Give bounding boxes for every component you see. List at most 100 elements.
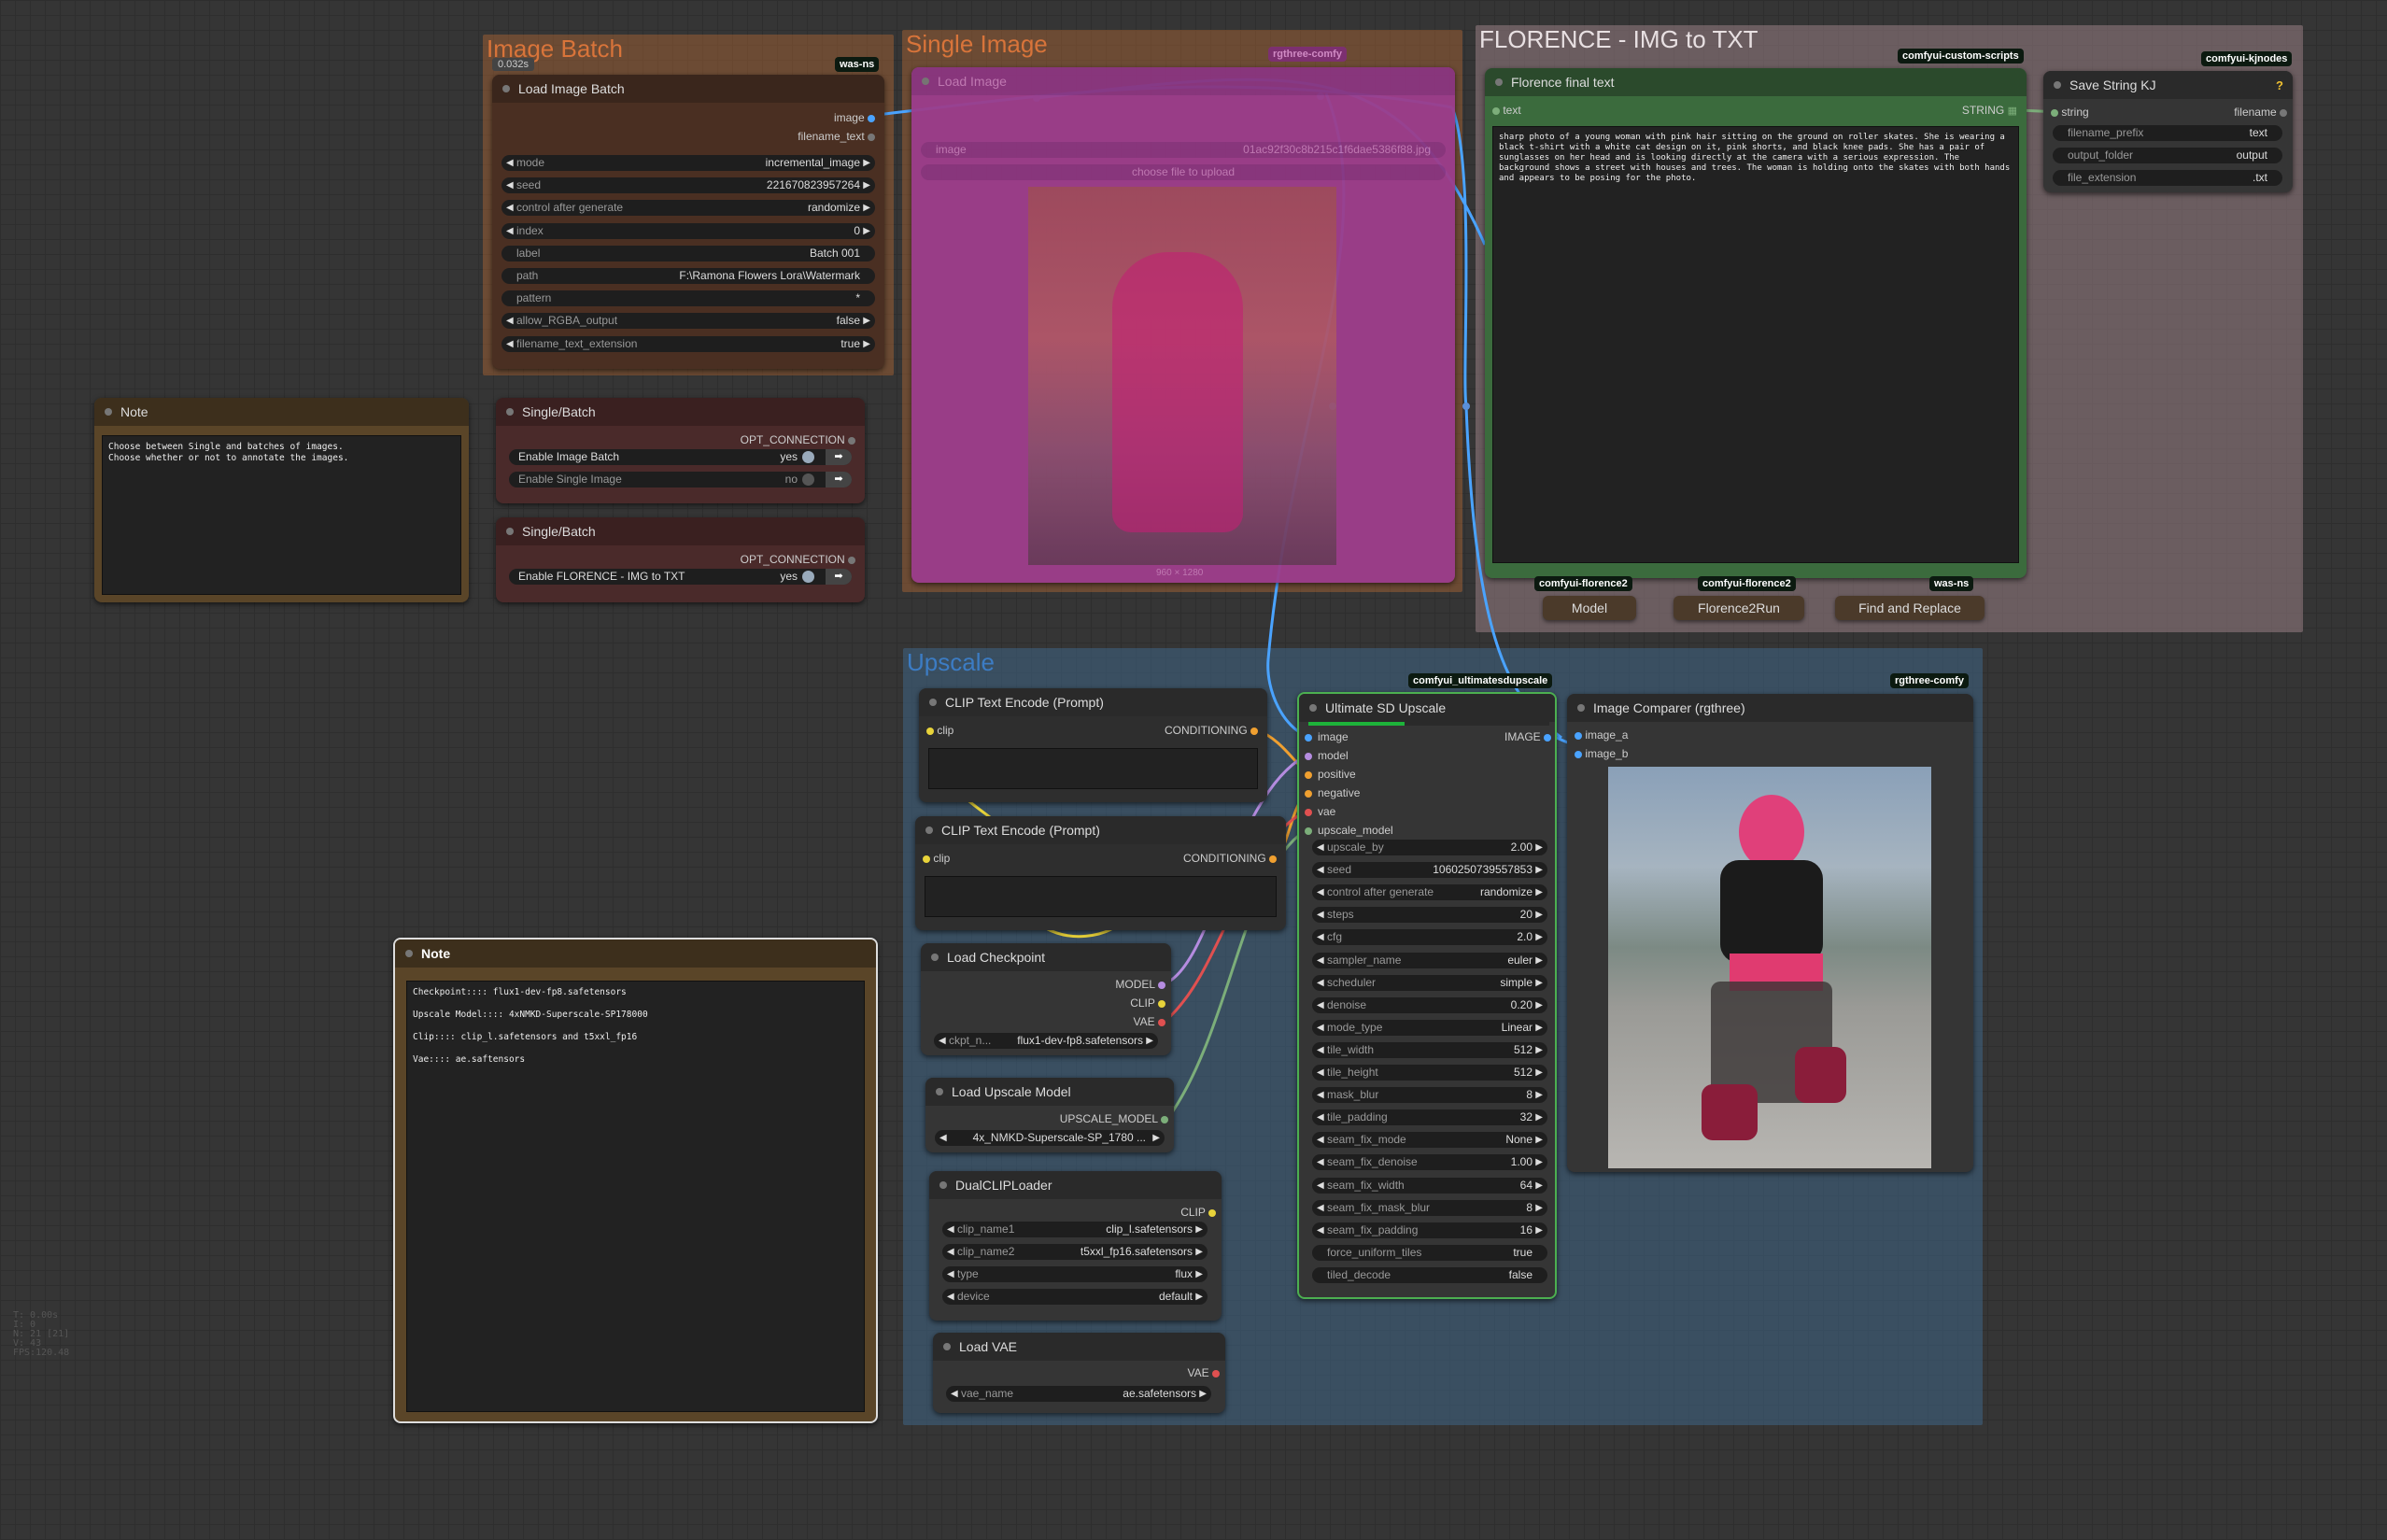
arrow-right-icon[interactable]: ▶ <box>1535 929 1543 945</box>
slot-dot[interactable] <box>1305 827 1312 835</box>
upscale-tile-padding-widget[interactable]: ◀ tile_padding 32 ▶ <box>1312 1109 1547 1126</box>
arrow-left-icon[interactable]: ◀ <box>506 155 514 171</box>
node-title[interactable]: Image Comparer (rgthree) <box>1567 694 1973 722</box>
upscale-tile-height-widget[interactable]: ◀ tile_height 512 ▶ <box>1312 1065 1547 1081</box>
arrow-left-icon[interactable]: ◀ <box>506 223 514 239</box>
upscale-mask-blur-widget[interactable]: ◀ mask_blur 8 ▶ <box>1312 1087 1547 1104</box>
arrow-right-icon[interactable]: ▶ <box>863 223 870 239</box>
batch-mode-widget[interactable]: ◀ mode incremental_image ▶ <box>501 155 875 171</box>
output-opt-connection[interactable]: OPT_CONNECTION <box>741 553 855 566</box>
arrow-left-icon[interactable]: ◀ <box>1317 1042 1324 1058</box>
arrow-right-icon[interactable]: ▶ <box>1195 1266 1203 1282</box>
node-title[interactable]: Load VAE <box>933 1333 1225 1361</box>
arrow-right-icon[interactable]: ▶ <box>1535 1065 1543 1081</box>
single-batch-node-2[interactable]: Single/Batch OPT_CONNECTION Enable FLORE… <box>496 517 865 602</box>
load-upscale-model-node[interactable]: Load Upscale Model UPSCALE_MODEL ◀ 4x_NM… <box>925 1078 1174 1152</box>
arrow-right-icon[interactable]: ▶ <box>1535 997 1543 1013</box>
batch-index-widget[interactable]: ◀ index 0 ▶ <box>501 222 875 239</box>
node-title[interactable]: Load Upscale Model <box>925 1078 1174 1106</box>
toggle-knob[interactable] <box>802 451 814 463</box>
image-comparer-node[interactable]: Image Comparer (rgthree) image_a image_b <box>1567 694 1973 1172</box>
arrow-left-icon[interactable]: ◀ <box>506 336 514 352</box>
node-title[interactable]: Note <box>94 398 469 426</box>
clip-text-encode-node-2[interactable]: CLIP Text Encode (Prompt) clip CONDITION… <box>915 816 1286 930</box>
input-vae[interactable]: vae <box>1305 805 1335 818</box>
note-text[interactable]: Choose between Single and batches of ima… <box>102 435 461 595</box>
arrow-left-icon[interactable]: ◀ <box>1317 953 1324 968</box>
upscale-scheduler-widget[interactable]: ◀ scheduler simple ▶ <box>1312 974 1547 991</box>
clip-text-encode-node-1[interactable]: CLIP Text Encode (Prompt) clip CONDITION… <box>919 688 1267 802</box>
arrow-left-icon[interactable]: ◀ <box>1317 1087 1324 1103</box>
dual-clip-loader-node[interactable]: DualCLIPLoader CLIP ◀ clip_name1 clip_l.sa… <box>929 1171 1222 1321</box>
upscale-seam-fix-mask-blur-widget[interactable]: ◀ seam_fix_mask_blur 8 ▶ <box>1312 1199 1547 1216</box>
output-conditioning[interactable]: CONDITIONING <box>1183 852 1277 865</box>
output-clip[interactable]: CLIP <box>1130 996 1165 1010</box>
batch-path-widget[interactable]: path F:\Ramona Flowers Lora\Watermark <box>501 268 875 284</box>
upscale-seam-fix-mode-widget[interactable]: ◀ seam_fix_mode None ▶ <box>1312 1132 1547 1149</box>
arrow-left-icon[interactable]: ◀ <box>947 1244 954 1260</box>
input-positive[interactable]: positive <box>1305 768 1356 781</box>
batch-control-after-generate-widget[interactable]: ◀ control after generate randomize ▶ <box>501 200 875 217</box>
output-image[interactable]: IMAGE <box>1504 730 1551 743</box>
arrow-right-icon[interactable]: ▶ <box>1535 907 1543 923</box>
arrow-left-icon[interactable]: ◀ <box>1317 929 1324 945</box>
upscale-seam-fix-width-widget[interactable]: ◀ seam_fix_width 64 ▶ <box>1312 1177 1547 1194</box>
save-file-extension-widget[interactable]: file_extension .txt <box>2053 170 2282 186</box>
load-checkpoint-node[interactable]: Load Checkpoint MODEL CLIP VAE ◀ ckpt_n..… <box>921 943 1171 1055</box>
output-image[interactable]: image <box>834 111 875 124</box>
arrow-left-icon[interactable]: ◀ <box>947 1222 954 1237</box>
input-image-a[interactable]: image_a <box>1575 728 1628 742</box>
upscale-denoise-widget[interactable]: ◀ denoise 0.20 ▶ <box>1312 996 1547 1013</box>
vae-name-select[interactable]: ◀ vae_name ae.safetensors ▶ <box>946 1386 1211 1402</box>
output-filename-text[interactable]: filename_text <box>798 130 875 143</box>
enable-image-batch-toggle[interactable]: Enable Image Batch yes ➡ <box>509 449 852 465</box>
upscale-tile-width-widget[interactable]: ◀ tile_width 512 ▶ <box>1312 1041 1547 1058</box>
toggle-knob[interactable] <box>802 571 814 583</box>
arrow-right-icon[interactable]: ▶ <box>1535 884 1543 900</box>
batch-allow-rgba-output-widget[interactable]: ◀ allow_RGBA_output false ▶ <box>501 313 875 330</box>
load-image-node[interactable]: Load Image image 01ac92f30c8b215c1f6dae5… <box>911 67 1455 583</box>
upscale-model-select[interactable]: ◀ 4x_NMKD-Superscale-SP_1780 ... ▶ <box>935 1130 1165 1146</box>
output-vae[interactable]: VAE <box>1134 1015 1165 1028</box>
arrow-left-icon[interactable]: ◀ <box>506 177 514 193</box>
florence-output-text[interactable]: sharp photo of a young woman with pink h… <box>1492 126 2019 563</box>
arrow-right-icon[interactable]: ▶ <box>1535 1042 1543 1058</box>
batch-pattern-widget[interactable]: pattern * <box>501 290 875 307</box>
help-icon[interactable]: ? <box>2276 78 2283 92</box>
arrow-left-icon[interactable]: ◀ <box>1317 1200 1324 1216</box>
upscale-upscale-by-widget[interactable]: ◀ upscale_by 2.00 ▶ <box>1312 840 1547 855</box>
upscale-control after generate-widget[interactable]: ◀ control after generate randomize ▶ <box>1312 884 1547 901</box>
note-text[interactable]: Checkpoint:::: flux1-dev-fp8.safetensors… <box>406 981 865 1412</box>
enable-single-image-toggle[interactable]: Enable Single Image no ➡ <box>509 472 852 487</box>
find-replace-node[interactable]: Find and Replace <box>1835 596 1984 620</box>
output-vae[interactable]: VAE <box>1188 1366 1220 1379</box>
node-title[interactable]: CLIP Text Encode (Prompt) <box>915 816 1286 844</box>
arrow-right-icon[interactable]: ▶ <box>863 313 870 329</box>
arrow-left-icon[interactable]: ◀ <box>1317 1109 1324 1125</box>
output-clip[interactable]: CLIP <box>1180 1206 1216 1219</box>
slot-dot[interactable] <box>1305 752 1312 760</box>
arrow-left-icon[interactable]: ◀ <box>1317 1178 1324 1194</box>
arrow-right-icon[interactable]: ▶ <box>863 336 870 352</box>
arrow-right-icon[interactable]: ▶ <box>1535 1200 1543 1216</box>
node-title[interactable]: Load Image Batch <box>492 75 884 103</box>
load-image-batch-node[interactable]: Load Image Batch image filename_text ◀ mo… <box>492 75 884 369</box>
output-model[interactable]: MODEL <box>1115 978 1165 991</box>
input-clip[interactable]: clip <box>926 724 953 737</box>
arrow-left-icon[interactable]: ◀ <box>1317 997 1324 1013</box>
upscale-force-uniform-tiles-widget[interactable]: force_uniform_tiles true <box>1312 1244 1547 1261</box>
node-title[interactable]: CLIP Text Encode (Prompt) <box>919 688 1267 716</box>
arrow-left-icon[interactable]: ◀ <box>506 200 514 216</box>
node-title[interactable]: Load Image <box>911 67 1455 95</box>
save-string-node[interactable]: Save String KJ ? string filename filenam… <box>2043 71 2293 192</box>
single-batch-node-1[interactable]: Single/Batch OPT_CONNECTION Enable Image… <box>496 398 865 503</box>
arrow-left-icon[interactable]: ◀ <box>947 1289 954 1305</box>
arrow-right-icon[interactable]: ➡ <box>826 472 852 487</box>
arrow-right-icon[interactable]: ▶ <box>1535 1020 1543 1036</box>
ultimate-sd-upscale-node[interactable]: Ultimate SD Upscale IMAGE image model posi… <box>1297 692 1557 1299</box>
arrow-left-icon[interactable]: ◀ <box>1317 862 1324 878</box>
arrow-right-icon[interactable]: ▶ <box>1535 1222 1543 1238</box>
arrow-left-icon[interactable]: ◀ <box>947 1266 954 1282</box>
toggle-knob[interactable] <box>802 473 814 486</box>
arrow-left-icon[interactable]: ◀ <box>1317 975 1324 991</box>
